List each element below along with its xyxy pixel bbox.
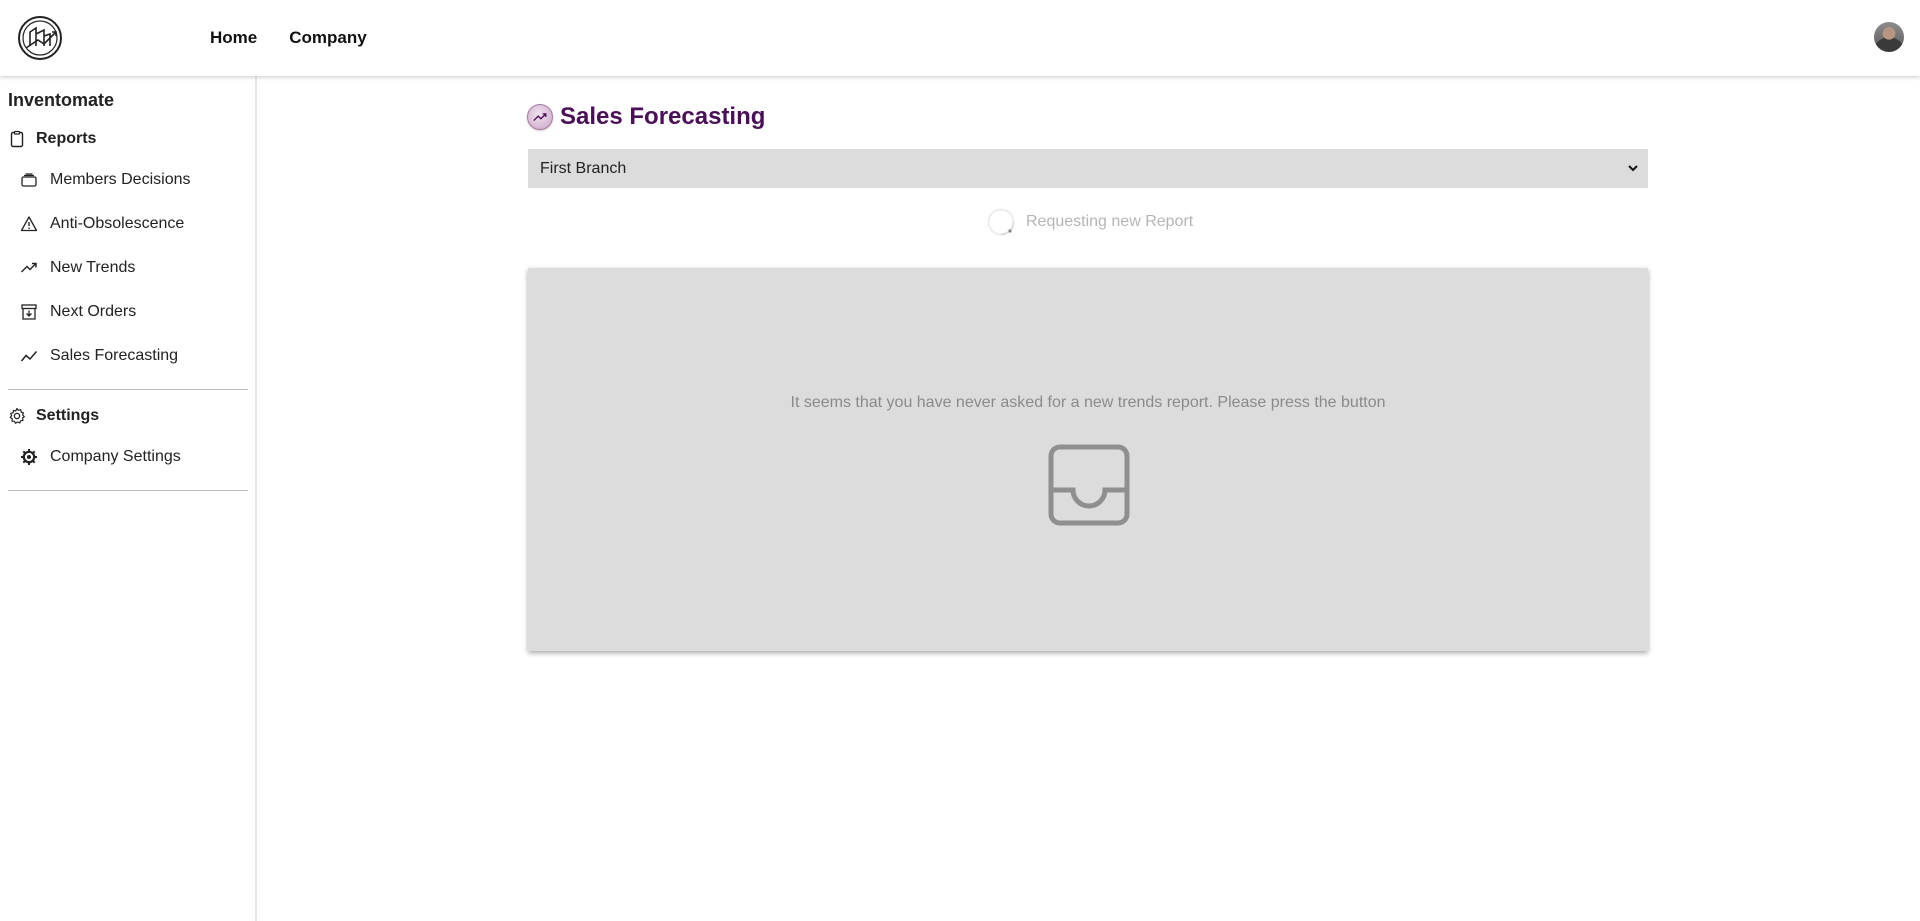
- section-title-settings: Settings: [36, 407, 100, 424]
- sidebar-item-label: Anti-Obsolescence: [50, 215, 185, 232]
- sidebar-divider: [8, 389, 248, 390]
- sidebar-brand: Inventomate: [8, 90, 115, 110]
- sidebar-item-label: New Trends: [50, 259, 136, 276]
- sidebar-item-company-settings[interactable]: Company Settings: [20, 445, 181, 469]
- sidebar-item-next-orders[interactable]: Next Orders: [20, 300, 136, 324]
- trending-up-icon: [527, 104, 553, 130]
- stack-icon: [21, 173, 37, 187]
- sidebar-item-label: Company Settings: [50, 448, 181, 465]
- user-avatar[interactable]: [1874, 22, 1904, 52]
- sidebar-item-label: Members Decisions: [50, 171, 191, 188]
- sidebar-item-members-decisions[interactable]: Members Decisions: [20, 168, 190, 192]
- sidebar-item-new-trends[interactable]: New Trends: [20, 256, 135, 280]
- gear-icon: [9, 407, 25, 424]
- chevron-down-icon: [1628, 165, 1638, 172]
- report-status: Requesting new Report: [986, 207, 1193, 237]
- clipboard-icon: [10, 130, 24, 148]
- top-bar: Home Company: [0, 0, 1920, 76]
- sidebar-section-settings: Settings: [8, 407, 99, 425]
- nav-home-link[interactable]: Home: [210, 28, 257, 48]
- branch-select-value: First Branch: [540, 159, 627, 177]
- branch-select[interactable]: First Branch: [528, 149, 1648, 188]
- nav-company-link[interactable]: Company: [289, 28, 366, 48]
- logo-icon[interactable]: [16, 14, 64, 62]
- sidebar-item-label: Sales Forecasting: [50, 347, 179, 364]
- trending-up-icon: [21, 262, 37, 273]
- cog-icon: [21, 449, 37, 465]
- line-chart-icon: [20, 351, 38, 362]
- page-title-text: Sales Forecasting: [560, 103, 766, 130]
- sidebar-divider: [8, 490, 248, 491]
- sidebar-item-anti-obsolescence[interactable]: Anti-Obsolescence: [20, 212, 184, 236]
- report-status-text: Requesting new Report: [1026, 213, 1194, 230]
- sidebar-item-sales-forecasting[interactable]: Sales Forecasting: [20, 344, 178, 368]
- page-title: Sales Forecasting: [527, 103, 765, 131]
- sidebar-section-reports: Reports: [8, 130, 96, 148]
- archive-down-icon: [21, 304, 37, 320]
- inbox-icon: [1048, 444, 1130, 526]
- empty-state-message: It seems that you have never asked for a…: [790, 394, 1386, 411]
- spinner-icon: [987, 208, 1015, 236]
- section-title-reports: Reports: [36, 130, 97, 147]
- empty-state-card: It seems that you have never asked for a…: [528, 268, 1648, 651]
- warning-icon: [20, 216, 38, 232]
- sidebar: Inventomate Reports Members Decisions An…: [0, 76, 257, 921]
- sidebar-item-label: Next Orders: [50, 303, 137, 320]
- top-nav: Home Company: [210, 0, 367, 76]
